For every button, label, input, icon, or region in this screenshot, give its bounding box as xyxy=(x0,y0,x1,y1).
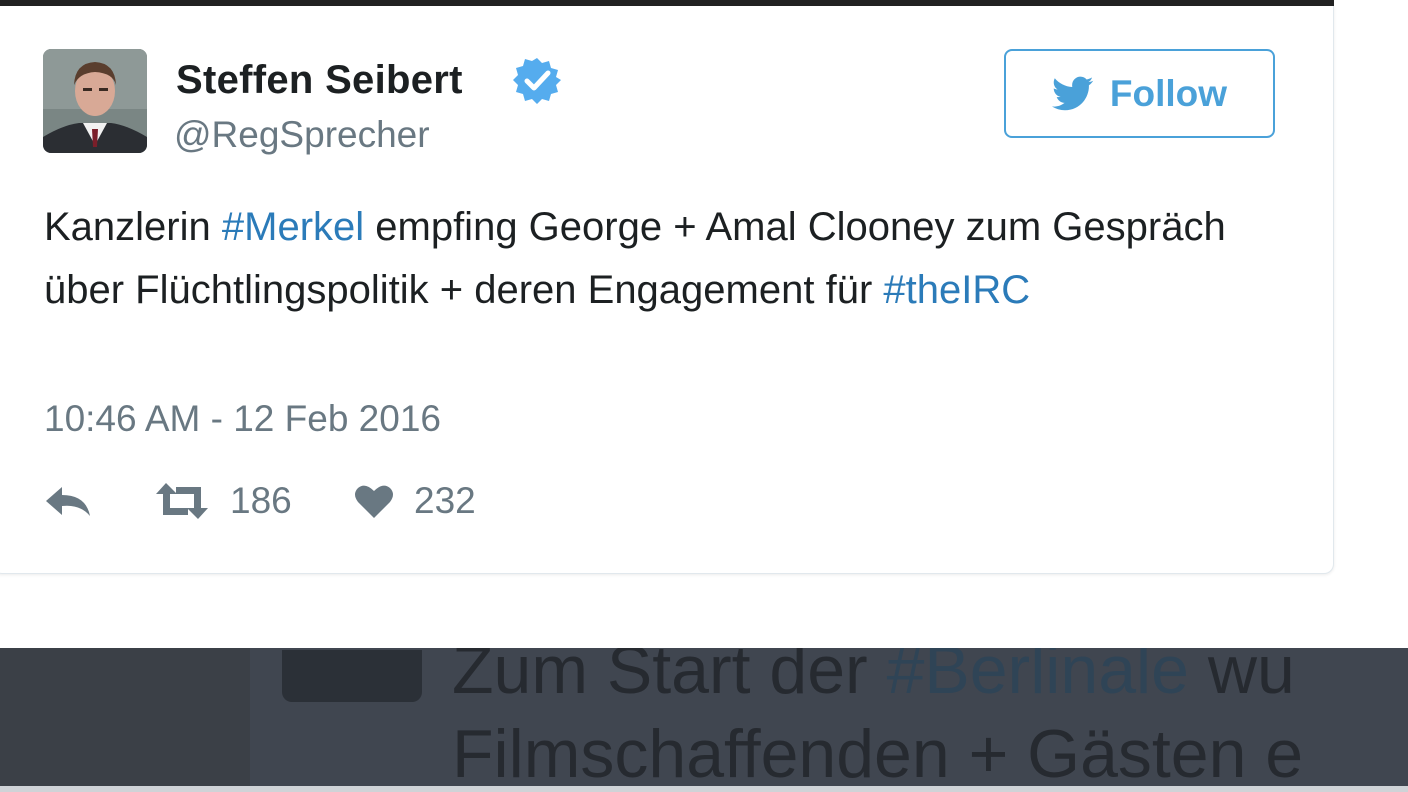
follow-label: Follow xyxy=(1109,72,1228,114)
background-tweet-avatar xyxy=(282,650,422,702)
background-text: Zum Start der xyxy=(452,648,887,708)
tweet-text: Kanzlerin #Merkel empfing George + Amal … xyxy=(44,196,1294,322)
background-page-overlay: Zum Start der #Berlinale wu Filmschaffen… xyxy=(0,648,1408,786)
retweet-icon xyxy=(156,483,208,519)
verified-badge-icon xyxy=(513,58,561,104)
hashtag-theirc-link[interactable]: #theIRC xyxy=(883,268,1030,312)
bottom-edge xyxy=(0,786,1408,792)
heart-icon xyxy=(355,485,393,518)
background-tweet-line-2: Filmschaffenden + Gästen e xyxy=(452,716,1304,786)
retweet-button[interactable]: 186 xyxy=(154,474,292,528)
avatar-photo xyxy=(43,49,147,153)
like-button[interactable]: 232 xyxy=(354,474,476,528)
like-count: 232 xyxy=(414,480,476,521)
retweet-count: 186 xyxy=(230,480,292,521)
author-avatar[interactable] xyxy=(43,49,147,153)
twitter-bird-icon xyxy=(1051,76,1094,110)
follow-button[interactable]: Follow xyxy=(1004,49,1275,138)
tweet-text-segment: Kanzlerin xyxy=(44,205,222,249)
author-handle[interactable]: @RegSprecher xyxy=(174,114,430,156)
author-name[interactable]: Steffen Seibert xyxy=(176,58,463,103)
background-hashtag: #Berlinale xyxy=(886,648,1189,708)
reply-button[interactable] xyxy=(44,474,92,528)
background-text: wu xyxy=(1188,648,1295,708)
reply-icon xyxy=(46,487,90,516)
hashtag-merkel-link[interactable]: #Merkel xyxy=(222,205,364,249)
background-tweet-line-1: Zum Start der #Berlinale wu xyxy=(452,648,1295,704)
tweet-timestamp-link[interactable]: 10:46 AM - 12 Feb 2016 xyxy=(44,398,441,440)
